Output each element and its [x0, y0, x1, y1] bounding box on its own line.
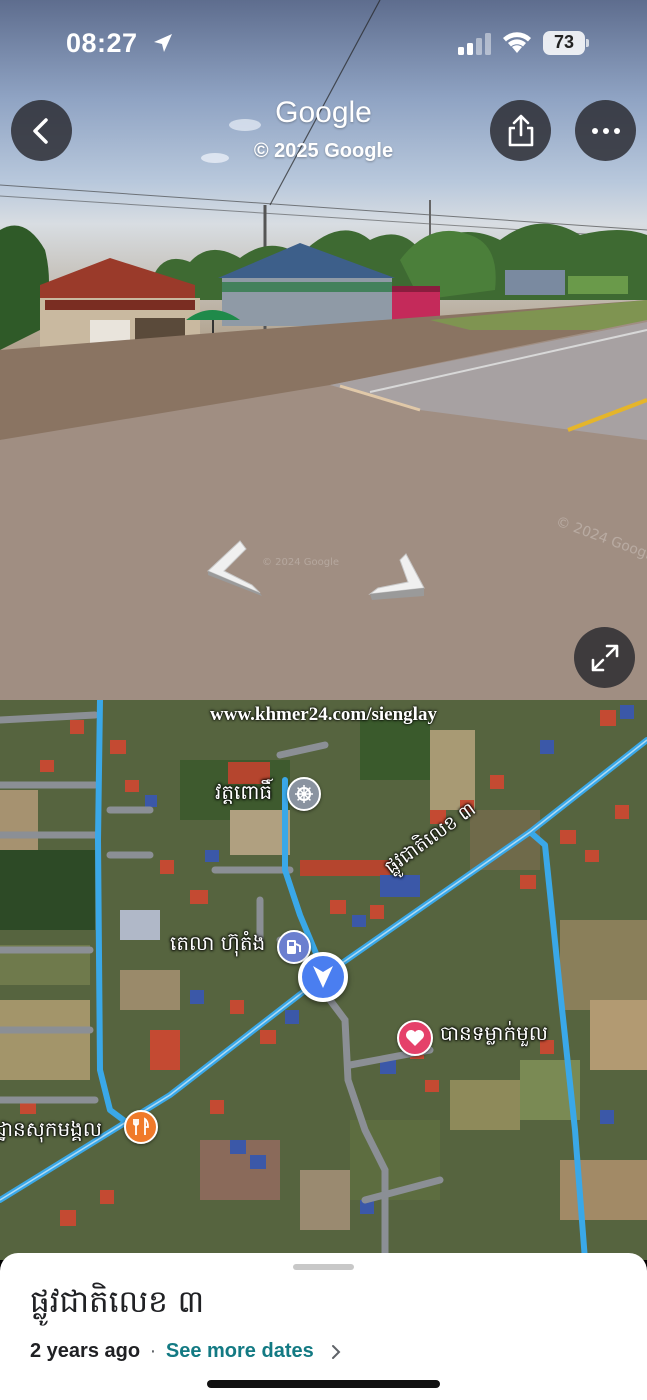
map-label-shop[interactable]: បានទម្លាក់មួល [440, 1020, 548, 1050]
gas-station-icon [287, 940, 301, 954]
share-button[interactable] [490, 100, 551, 161]
map-label-pagoda[interactable]: វត្តពោធិ៍ [215, 779, 272, 809]
heart-pin[interactable] [397, 1020, 433, 1056]
street-view-panorama[interactable]: © 2024 Google © 2024 Google 08:27 73 Goo… [0, 0, 647, 700]
bottom-sheet[interactable]: ផ្លូវជាតិលេខ ៣ 2 years ago · See more da… [0, 1253, 647, 1400]
expand-button[interactable] [574, 627, 635, 688]
separator-dot: · [149, 1340, 157, 1362]
place-title: ផ្លូវជាតិលេខ ៣ [30, 1284, 205, 1320]
share-icon [508, 114, 533, 146]
cellular-signal-icon [458, 33, 491, 55]
svg-text:© 2024 Google: © 2024 Google [262, 557, 339, 568]
pagoda-pin[interactable] [287, 777, 321, 811]
status-time: 08:27 [66, 28, 138, 58]
nav-arrow-right[interactable] [362, 548, 432, 610]
sheet-grabber[interactable] [293, 1264, 354, 1270]
pagoda-icon [295, 785, 313, 803]
imagery-date: 2 years ago [30, 1340, 141, 1362]
expand-icon [591, 644, 618, 671]
see-more-dates-link[interactable]: See more dates [166, 1340, 314, 1362]
location-arrow-icon [154, 34, 172, 52]
map-label-gas-station[interactable]: តេលា ហ៊ុតំង [170, 930, 265, 960]
battery-level: 73 [553, 32, 575, 52]
wifi-icon [503, 32, 531, 53]
nav-arrow-left[interactable] [200, 535, 270, 597]
chevron-right-icon[interactable] [331, 1344, 341, 1360]
map-watermark: www.khmer24.com/sienglay [210, 704, 437, 725]
navigation-arrow-icon [313, 966, 333, 988]
copyright-text: © 2025 Google [253, 140, 394, 162]
imagery-date-row: 2 years ago · See more dates [30, 1340, 341, 1363]
battery-icon: 73 [543, 31, 589, 55]
status-bar: 08:27 73 [0, 0, 647, 88]
restaurant-icon [133, 1117, 149, 1135]
back-button[interactable] [11, 100, 72, 161]
map-label-restaurant[interactable]: ដ្ឋានសុកមង្គល [0, 1116, 102, 1146]
home-indicator[interactable] [207, 1380, 440, 1388]
satellite-map[interactable]: www.khmer24.com/sienglay វត្តពោធិ៍ តេលា … [0, 700, 647, 1260]
more-icon [591, 127, 620, 134]
back-icon [32, 117, 48, 144]
restaurant-pin[interactable] [124, 1110, 158, 1144]
heart-icon [406, 1030, 424, 1046]
more-options-button[interactable] [575, 100, 636, 161]
current-location-marker [298, 952, 348, 1002]
